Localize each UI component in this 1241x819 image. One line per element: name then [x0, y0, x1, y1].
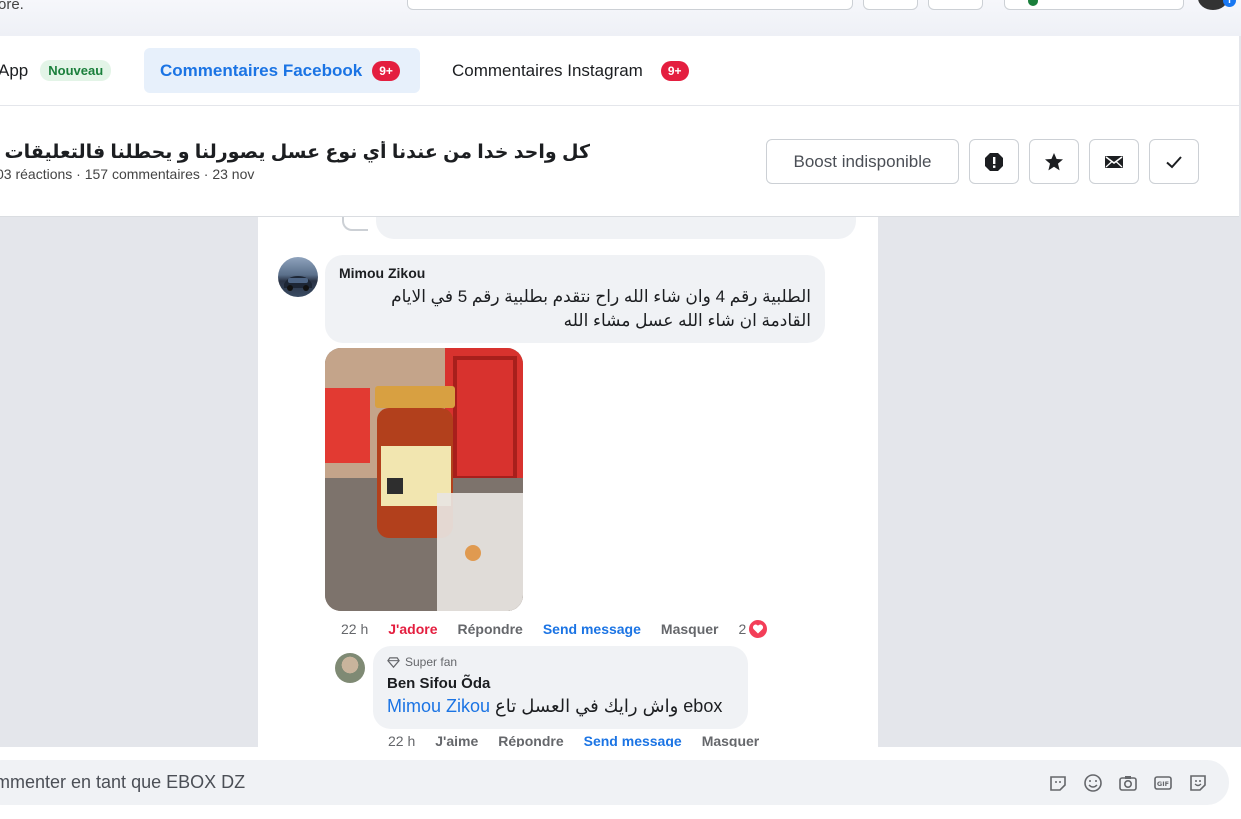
reaction-summary[interactable]: 2: [738, 618, 770, 640]
send-message-button[interactable]: Send message: [543, 621, 641, 637]
gif-icon[interactable]: GIF: [1152, 772, 1174, 794]
reply-actions: 22 h J'aime Répondre Send message Masque…: [388, 733, 779, 747]
composer-icons: GIF: [1047, 760, 1209, 805]
like-button[interactable]: J'aime: [435, 733, 478, 747]
car-photo-icon: [284, 276, 312, 291]
emoji-icon[interactable]: [1082, 772, 1104, 794]
reply-text: Mimou Zikou واش رايك في العسل تاع ebox: [387, 696, 734, 717]
tab-facebook-label: Commentaires Facebook: [160, 60, 363, 80]
previous-comment-bubble: [376, 217, 856, 239]
facebook-badge-icon: f: [1223, 0, 1236, 7]
comment-text: الطلبية رقم 4 وان شاء الله راح نتقدم بطل…: [391, 287, 811, 330]
alert-icon: [985, 152, 1003, 171]
mention-link[interactable]: Mimou Zikou: [387, 696, 490, 716]
avatar[interactable]: [335, 653, 365, 683]
check-icon: [1166, 155, 1182, 168]
diamond-icon: [387, 656, 400, 668]
comment-input[interactable]: mmenter en tant que EBOX DZ GIF: [0, 760, 1229, 805]
mark-done-button[interactable]: [1149, 139, 1199, 184]
new-badge: Nouveau: [40, 60, 112, 81]
honey-jar-photo: [325, 348, 523, 611]
reply-author[interactable]: Ben Sifou Õda: [387, 675, 734, 692]
camera-icon[interactable]: [1117, 772, 1139, 794]
reply-body: واش رايك في العسل تاع ebox: [495, 696, 723, 716]
super-fan-label: Super fan: [405, 655, 458, 669]
top-button-1[interactable]: [863, 0, 918, 10]
comment-feed[interactable]: Mimou Zikou الطلبية رقم 4 وان شاء الله ر…: [258, 217, 878, 747]
tab-app-label: App: [0, 60, 29, 80]
reply-button[interactable]: Répondre: [498, 733, 563, 747]
super-fan-badge: Super fan: [387, 655, 734, 669]
facebook-count-badge: 9+: [372, 60, 400, 81]
hide-button[interactable]: Masquer: [702, 733, 760, 747]
sticker-icon[interactable]: [1047, 772, 1069, 794]
tab-instagram-label: Commentaires Instagram: [452, 60, 643, 80]
send-message-button[interactable]: Send message: [584, 733, 682, 747]
comment-time[interactable]: 22 h: [341, 621, 368, 637]
thread-line: [342, 217, 368, 231]
favorite-button[interactable]: [1029, 139, 1079, 184]
avatar-sticker-icon[interactable]: [1187, 772, 1209, 794]
top-bar: ore. f: [0, 0, 1241, 36]
message-button[interactable]: [1089, 139, 1139, 184]
star-icon: [1045, 152, 1063, 170]
reaction-count: 2: [738, 621, 747, 637]
tab-instagram-comments[interactable]: Commentaires Instagram 9+: [452, 48, 689, 93]
post-meta: 03 réactions · 157 commentaires · 23 nov: [0, 166, 255, 182]
tab-app[interactable]: App Nouveau: [0, 48, 112, 93]
comment-bubble: Mimou Zikou الطلبية رقم 4 وان شاء الله ر…: [325, 255, 825, 343]
svg-text:GIF: GIF: [1157, 780, 1169, 788]
top-crumb-text: ore.: [0, 0, 24, 13]
love-button[interactable]: J'adore: [388, 621, 437, 637]
reply-bubble: Super fan Ben Sifou Õda Mimou Zikou واش …: [373, 646, 748, 729]
comment-photo[interactable]: [325, 348, 523, 611]
tab-bar: App Nouveau Commentaires Facebook 9+ Com…: [0, 36, 1239, 106]
search-box[interactable]: [407, 0, 853, 10]
report-button[interactable]: [969, 139, 1019, 184]
hide-button[interactable]: Masquer: [661, 621, 719, 637]
boost-button[interactable]: Boost indisponible: [766, 139, 959, 184]
avatar[interactable]: [278, 257, 318, 297]
comment-author[interactable]: Mimou Zikou: [339, 265, 811, 281]
post-title[interactable]: كل واحد خدا من عندنا أي نوع عسل يصورلنا …: [0, 141, 590, 164]
tab-facebook-comments[interactable]: Commentaires Facebook 9+: [144, 48, 420, 93]
comment-input-placeholder: mmenter en tant que EBOX DZ: [0, 772, 246, 792]
reply-time[interactable]: 22 h: [388, 733, 415, 747]
composer-area: mmenter en tant que EBOX DZ GIF: [0, 747, 1241, 819]
instagram-count-badge: 9+: [660, 60, 689, 81]
envelope-icon: [1105, 155, 1123, 168]
post-header: كل واحد خدا من عندنا أي نوع عسل يصورلنا …: [0, 106, 1239, 217]
comment-actions: 22 h J'adore Répondre Send message Masqu…: [341, 618, 789, 640]
heart-icon: [747, 618, 770, 640]
top-button-2[interactable]: [928, 0, 983, 10]
reply-button[interactable]: Répondre: [458, 621, 523, 637]
